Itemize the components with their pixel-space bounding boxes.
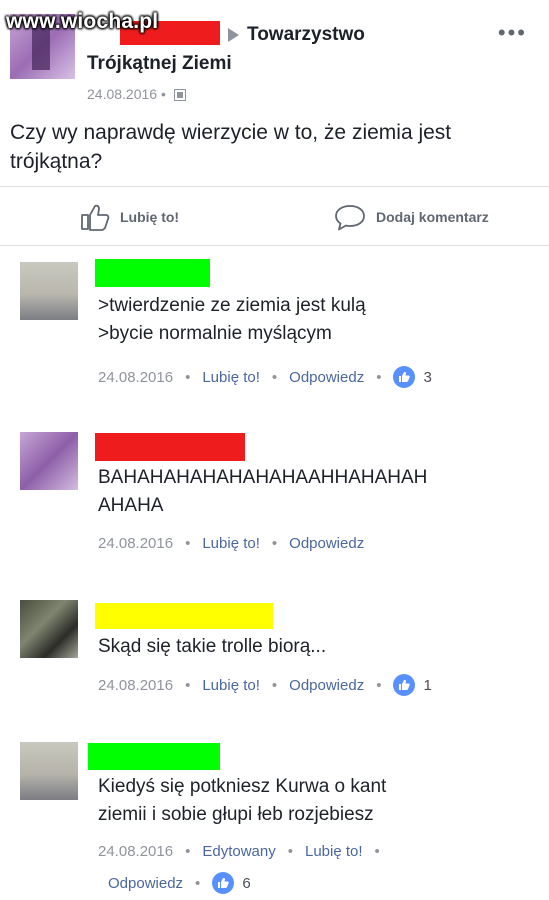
like-count[interactable]: 6	[242, 875, 250, 892]
redacted-commenter-name	[95, 259, 210, 287]
comment-avatar[interactable]	[20, 262, 78, 320]
post-meta: 24.08.2016 •	[87, 86, 186, 102]
like-label: Lubię to!	[120, 209, 180, 225]
comment-text: BAHAHAHAHAHAHAHAAHHAHAHAH AHAHA	[98, 467, 428, 516]
like-badge-icon[interactable]	[393, 366, 416, 388]
group-name[interactable]: Towarzystwo	[247, 24, 365, 46]
thumbs-up-icon	[81, 204, 110, 231]
comment-like-link[interactable]: Lubię to!	[202, 369, 260, 386]
like-count[interactable]: 1	[423, 677, 431, 694]
comment-like-link[interactable]: Lubię to!	[305, 843, 363, 860]
like-button[interactable]: Lubię to!	[80, 203, 179, 231]
comment-like-link[interactable]: Lubię to!	[202, 677, 260, 694]
redacted-commenter-name	[95, 603, 273, 629]
post-actions-bar: Lubię to! Dodaj komentarz	[0, 186, 549, 246]
post-text: Czy wy naprawdę wierzycie w to, że ziemi…	[10, 121, 452, 173]
comment-icon	[335, 205, 365, 231]
comment-label: Dodaj komentarz	[376, 209, 489, 225]
comment-date[interactable]: 24.08.2016	[98, 369, 173, 386]
separator: •	[160, 86, 166, 102]
comment-reply-link[interactable]: Odpowiedz	[289, 677, 364, 694]
comment-meta-line2: Odpowiedz • 6	[108, 872, 251, 894]
comment-meta: 24.08.2016 • Lubię to! • Odpowiedz • 1	[98, 674, 432, 696]
comment-edited-link[interactable]: Edytowany	[202, 843, 275, 860]
arrow-right-icon	[228, 28, 239, 42]
post-date[interactable]: 24.08.2016	[87, 86, 157, 102]
group-name-line2[interactable]: Trójkątnej Ziemi	[87, 53, 232, 75]
like-badge-icon[interactable]	[393, 674, 416, 696]
comment-date[interactable]: 24.08.2016	[98, 677, 173, 694]
comment-reply-link[interactable]: Odpowiedz	[108, 875, 183, 892]
comment-meta: 24.08.2016 • Lubię to! • Odpowiedz • 3	[98, 366, 432, 388]
comment-reply-link[interactable]: Odpowiedz	[289, 369, 364, 386]
comment-text: Kiedyś się potkniesz Kurwa o kant ziemii…	[98, 776, 387, 825]
comment-text: >twierdzenie ze ziemia jest kulą >bycie …	[98, 295, 366, 344]
redacted-commenter-name	[88, 743, 220, 770]
comment-like-link[interactable]: Lubię to!	[202, 535, 260, 552]
like-badge-icon[interactable]	[212, 872, 235, 894]
like-count[interactable]: 3	[423, 369, 431, 386]
comment-meta: 24.08.2016 • Lubię to! • Odpowiedz	[98, 535, 365, 552]
privacy-icon	[173, 89, 186, 102]
more-options-icon[interactable]: •••	[498, 20, 527, 46]
comment-reply-link[interactable]: Odpowiedz	[289, 535, 364, 552]
comment-meta: 24.08.2016 • Edytowany • Lubię to! •	[98, 843, 380, 860]
comment-button[interactable]: Dodaj komentarz	[334, 203, 489, 231]
comment-avatar[interactable]	[20, 600, 78, 658]
watermark: www.wiocha.pl	[6, 10, 159, 33]
comment-text: Skąd się takie trolle biorą...	[98, 636, 327, 657]
comment-avatar[interactable]	[20, 742, 78, 800]
comment-avatar[interactable]	[20, 432, 78, 490]
comment-date[interactable]: 24.08.2016	[98, 535, 173, 552]
redacted-commenter-name	[95, 433, 245, 461]
comment-date[interactable]: 24.08.2016	[98, 843, 173, 860]
